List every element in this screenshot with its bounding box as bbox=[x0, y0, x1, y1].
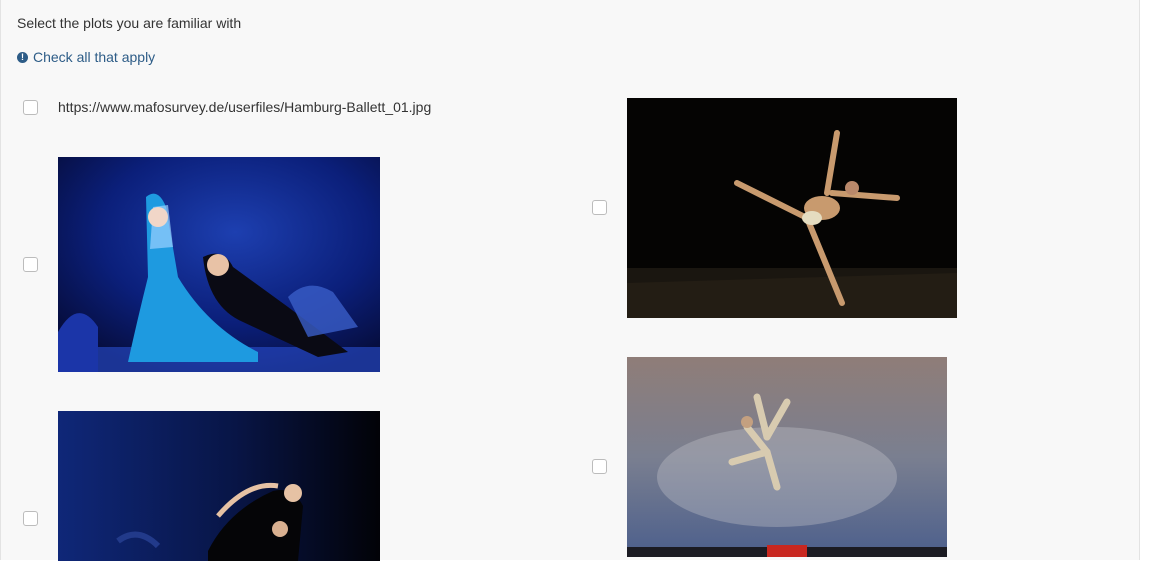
option-5-image[interactable] bbox=[627, 357, 947, 557]
instruction-hint: ! Check all that apply bbox=[17, 49, 155, 65]
option-2-image[interactable] bbox=[58, 157, 380, 372]
option-4-checkbox[interactable] bbox=[23, 511, 38, 526]
option-4-image[interactable] bbox=[58, 411, 380, 561]
question-title: Select the plots you are familiar with bbox=[17, 15, 242, 31]
option-1-checkbox[interactable] bbox=[23, 100, 38, 115]
option-3-checkbox[interactable] bbox=[592, 200, 607, 215]
option-3-image[interactable] bbox=[627, 98, 957, 318]
option-2-checkbox[interactable] bbox=[23, 257, 38, 272]
exclamation-circle-icon: ! bbox=[17, 51, 28, 63]
option-5-checkbox[interactable] bbox=[592, 459, 607, 474]
option-1-label[interactable]: https://www.mafosurvey.de/userfiles/Hamb… bbox=[58, 99, 431, 115]
hint-text: Check all that apply bbox=[33, 49, 156, 65]
question-panel: Select the plots you are familiar with !… bbox=[0, 0, 1140, 561]
